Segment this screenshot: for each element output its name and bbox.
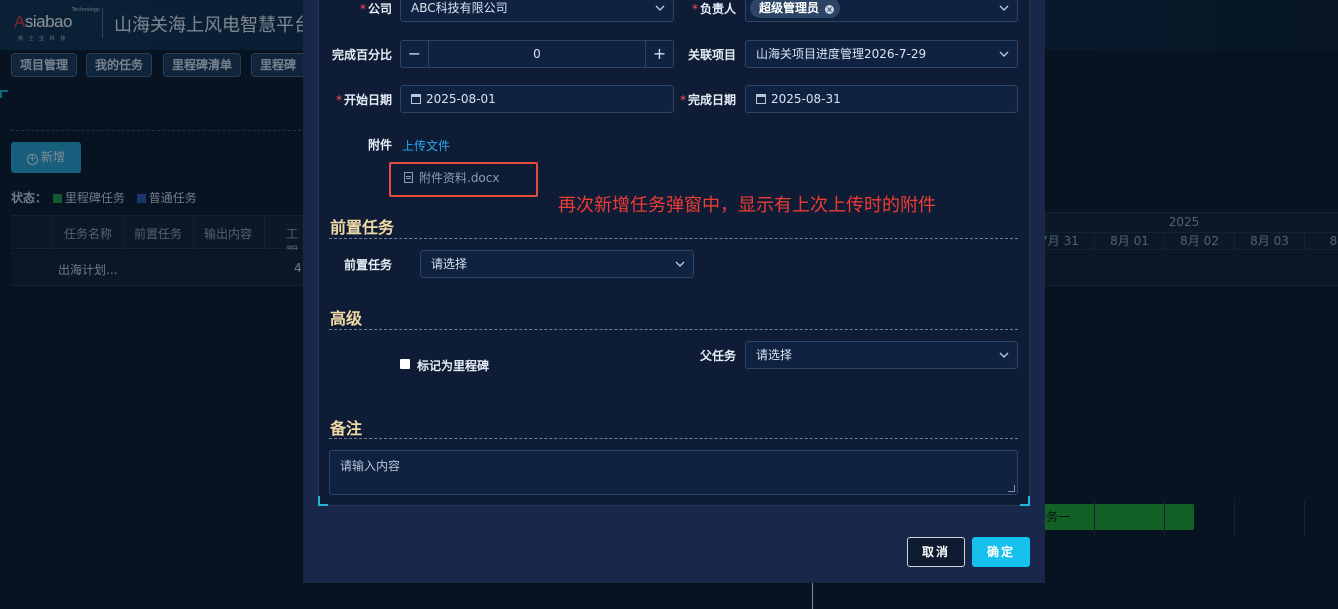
parent-task-label: 父任务 <box>699 349 736 363</box>
section-title-advanced: 高级 <box>330 309 363 328</box>
confirm-button[interactable]: 确定 <box>972 537 1030 567</box>
section-divider <box>329 329 1018 330</box>
predecessor-select[interactable]: 请选择 <box>420 250 694 278</box>
attachment-label: 附件 <box>367 138 392 152</box>
parent-task-select[interactable]: 请选择 <box>745 341 1018 369</box>
increase-button[interactable]: + <box>645 41 673 67</box>
upload-file-link[interactable]: 上传文件 <box>402 137 450 154</box>
end-date-value: 2025-08-31 <box>771 92 841 106</box>
owner-select[interactable]: 超级管理员 × <box>745 0 1018 22</box>
start-date-value: 2025-08-01 <box>426 92 496 106</box>
project-label: 关联项目 <box>687 48 736 62</box>
remark-textarea[interactable]: 请输入内容 <box>329 450 1018 495</box>
company-value: ABC科技有限公司 <box>411 1 508 15</box>
section-title-predecessor: 前置任务 <box>330 218 395 237</box>
chevron-down-icon <box>999 5 1009 11</box>
project-value: 山海关项目进度管理2026-7-29 <box>756 47 927 61</box>
chevron-down-icon <box>655 5 665 11</box>
chevron-down-icon <box>675 261 685 267</box>
calendar-icon <box>756 94 766 104</box>
chevron-down-icon <box>999 51 1009 57</box>
owner-label: * 负责人 <box>691 2 736 16</box>
attachment-file-name: 附件资料.docx <box>419 171 500 185</box>
dialog-corner <box>318 496 328 506</box>
predecessor-placeholder: 请选择 <box>431 257 468 271</box>
start-date-label: * 开始日期 <box>335 93 392 107</box>
predecessor-label: 前置任务 <box>343 258 392 272</box>
annotation-note: 再次新增任务弹窗中，显示有上次上传时的附件 <box>558 195 936 216</box>
cancel-button[interactable]: 取消 <box>907 537 965 567</box>
remark-placeholder: 请输入内容 <box>340 459 401 473</box>
chevron-down-icon <box>999 352 1009 358</box>
owner-tag: 超级管理员 × <box>750 0 841 18</box>
percent-value[interactable]: 0 <box>429 41 645 67</box>
percent-stepper[interactable]: − 0 + <box>400 40 674 68</box>
start-date-picker[interactable]: 2025-08-01 <box>400 85 674 113</box>
percent-label: 完成百分比 <box>331 48 392 62</box>
dialog-corner <box>1020 496 1030 506</box>
end-date-label: * 完成日期 <box>679 93 736 107</box>
document-icon <box>404 172 413 183</box>
gantt-today-line <box>812 583 813 609</box>
parent-task-placeholder: 请选择 <box>756 348 793 362</box>
section-title-remark: 备注 <box>330 419 363 438</box>
attachment-file-item[interactable]: 附件资料.docx <box>404 169 499 186</box>
milestone-checkbox-label[interactable]: 标记为里程碑 <box>417 357 489 374</box>
section-divider <box>329 438 1018 439</box>
milestone-checkbox[interactable] <box>400 359 410 369</box>
company-label: * 公司 <box>359 2 392 16</box>
section-divider <box>329 238 1018 239</box>
calendar-icon <box>411 94 421 104</box>
decrease-button[interactable]: − <box>401 41 429 67</box>
project-select[interactable]: 山海关项目进度管理2026-7-29 <box>745 40 1018 68</box>
company-select[interactable]: ABC科技有限公司 <box>400 0 674 22</box>
tag-close-icon[interactable]: × <box>825 5 835 14</box>
resize-handle-icon[interactable] <box>1008 485 1015 492</box>
end-date-picker[interactable]: 2025-08-31 <box>745 85 1018 113</box>
